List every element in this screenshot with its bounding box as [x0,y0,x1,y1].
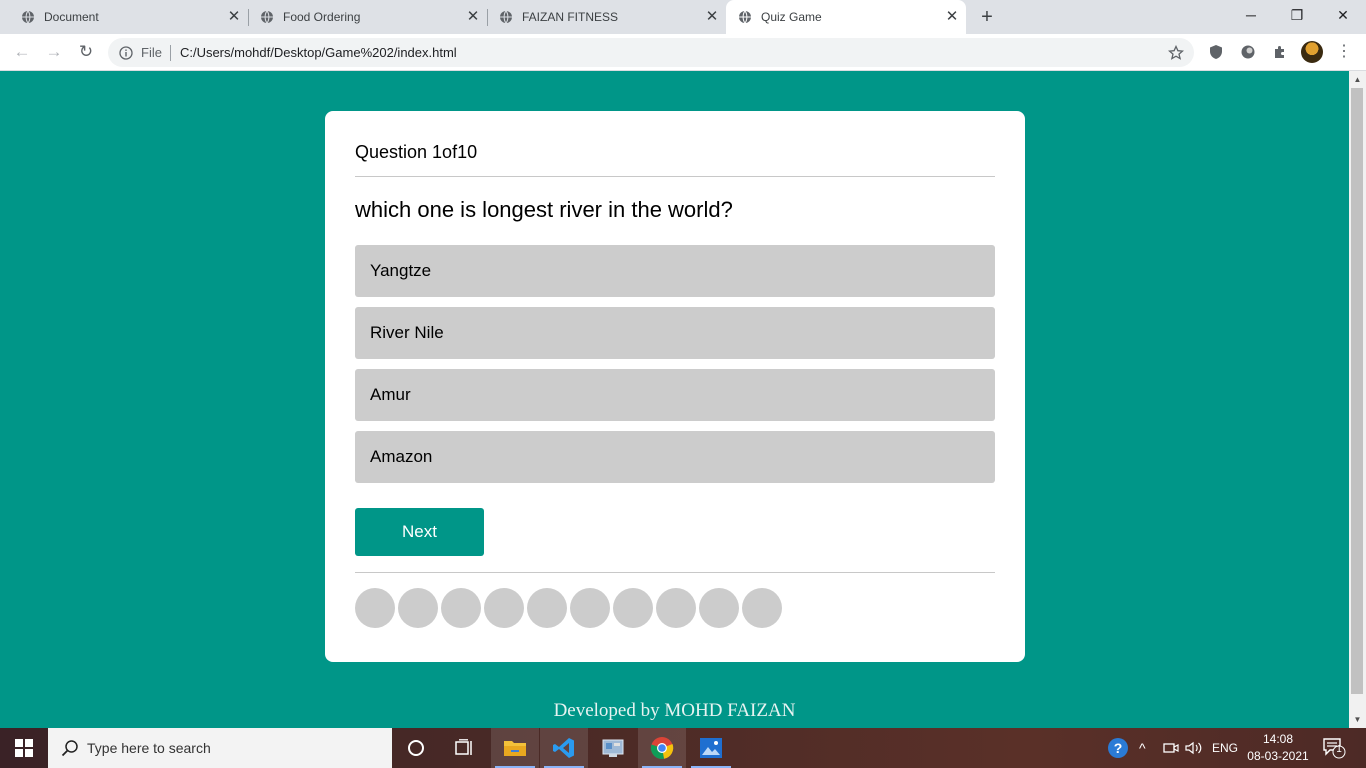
search-placeholder: Type here to search [87,740,211,756]
tab-title: FAIZAN FITNESS [522,10,619,24]
page-viewport: Question 1of10 which one is longest rive… [0,71,1349,728]
progress-dot [656,588,696,628]
answer-option-2[interactable]: River Nile [355,307,995,359]
progress-dot [527,588,567,628]
control-panel-button[interactable] [589,728,637,768]
question-text: which one is longest river in the world? [355,197,733,222]
svg-text:?: ? [1114,740,1123,756]
progress-dot [441,588,481,628]
progress-dot [484,588,524,628]
camera-icon [1163,743,1179,753]
tab-food-ordering[interactable]: Food Ordering ✕ [239,0,487,34]
globe-icon [261,10,273,24]
minimize-button[interactable]: ─ [1228,0,1274,30]
back-arrow-icon[interactable]: ← [10,40,34,64]
answer-option-3[interactable]: Amur [355,369,995,421]
circle-extension-icon[interactable] [1240,44,1256,60]
photos-button[interactable] [687,728,735,768]
windows-taskbar: Type here to search ? ^ ENG 14:08 08-03-… [0,728,1366,768]
quiz-card: Question 1of10 which one is longest rive… [325,111,1025,662]
scheme-label: File [141,45,162,60]
progress-dot [398,588,438,628]
clock-time: 14:08 [1262,732,1294,746]
system-clock[interactable]: 14:08 08-03-2021 [1240,731,1316,765]
puzzle-extensions-icon[interactable] [1272,44,1288,60]
answer-option-1[interactable]: Yangtze [355,245,995,297]
progress-dot [742,588,782,628]
language-indicator[interactable]: ENG [1212,728,1238,768]
taskbar-search-box[interactable]: Type here to search [48,728,392,768]
tab-title: Food Ordering [283,10,361,24]
progress-dot [570,588,610,628]
close-icon[interactable]: ✕ [944,9,960,25]
close-window-button[interactable]: ✕ [1320,0,1366,30]
globe-icon [22,10,34,24]
scroll-up-arrow-icon[interactable]: ▲ [1349,71,1366,88]
footer-divider [355,572,995,573]
volume-tray[interactable] [1185,728,1203,768]
cortana-button[interactable] [392,728,440,768]
scroll-down-arrow-icon[interactable]: ▼ [1349,711,1366,728]
question-counter: Question 1of10 [355,142,478,162]
restore-button[interactable]: ❐ [1274,0,1320,30]
progress-dot [355,588,395,628]
globe-icon [739,10,751,24]
info-icon[interactable] [119,45,133,60]
folder-icon [504,741,526,756]
help-icon: ? [1108,738,1128,758]
header-divider [355,176,995,177]
developer-credit: Developed by MOHD FAIZAN [553,700,796,721]
start-button[interactable] [0,728,48,768]
more-menu-icon[interactable]: ⋮ [1336,41,1352,63]
search-icon [61,740,78,757]
progress-dot [613,588,653,628]
windows-logo-icon [15,739,33,757]
new-tab-button[interactable]: + [976,6,998,28]
vscode-button[interactable] [540,728,588,768]
task-view-icon [455,739,472,755]
bookmark-star-icon[interactable] [1168,44,1184,61]
tab-title: Document [44,10,99,24]
tab-quiz-game[interactable]: Quiz Game ✕ [726,0,966,34]
chrome-button[interactable] [638,728,686,768]
browser-toolbar: ← → ↻ File C:/Users/mohdf/Desktop/Game%2… [0,34,1366,71]
scroll-thumb[interactable] [1351,88,1363,694]
globe-icon [500,10,512,24]
shield-extension-icon[interactable] [1208,44,1224,60]
task-view-button[interactable] [440,728,488,768]
tab-document[interactable]: Document ✕ [0,0,248,34]
next-button[interactable]: Next [355,508,484,556]
forward-arrow-icon[interactable]: → [42,40,66,64]
close-icon[interactable]: ✕ [704,9,720,25]
address-bar[interactable]: File C:/Users/mohdf/Desktop/Game%202/ind… [108,38,1194,67]
notification-count: 1 [1336,744,1342,755]
file-explorer-button[interactable] [491,728,539,768]
speaker-icon [1185,741,1202,755]
tab-title: Quiz Game [761,10,822,24]
tab-faizan-fitness[interactable]: FAIZAN FITNESS ✕ [478,0,726,34]
clock-date: 08-03-2021 [1247,749,1309,763]
notification-center-button[interactable]: 1 [1322,737,1346,759]
help-tray-icon[interactable]: ? [1107,728,1131,768]
photos-icon [700,738,722,758]
url-text[interactable]: C:/Users/mohdf/Desktop/Game%202/index.ht… [180,45,1168,60]
control-panel-icon [602,739,624,757]
browser-tab-strip: Document ✕ Food Ordering ✕ FAIZAN FITNES… [0,0,1366,34]
profile-avatar[interactable] [1301,41,1323,63]
meet-now-tray[interactable] [1163,728,1179,768]
answer-option-4[interactable]: Amazon [355,431,995,483]
progress-dot [699,588,739,628]
vscode-icon [553,738,574,758]
omnibox-separator [169,44,171,61]
vertical-scrollbar[interactable]: ▲ ▼ [1349,71,1366,728]
cortana-circle-icon [408,740,424,756]
chrome-icon [650,737,674,759]
reload-icon[interactable]: ↻ [74,40,98,64]
chevron-up-icon[interactable]: ^ [1139,728,1146,768]
